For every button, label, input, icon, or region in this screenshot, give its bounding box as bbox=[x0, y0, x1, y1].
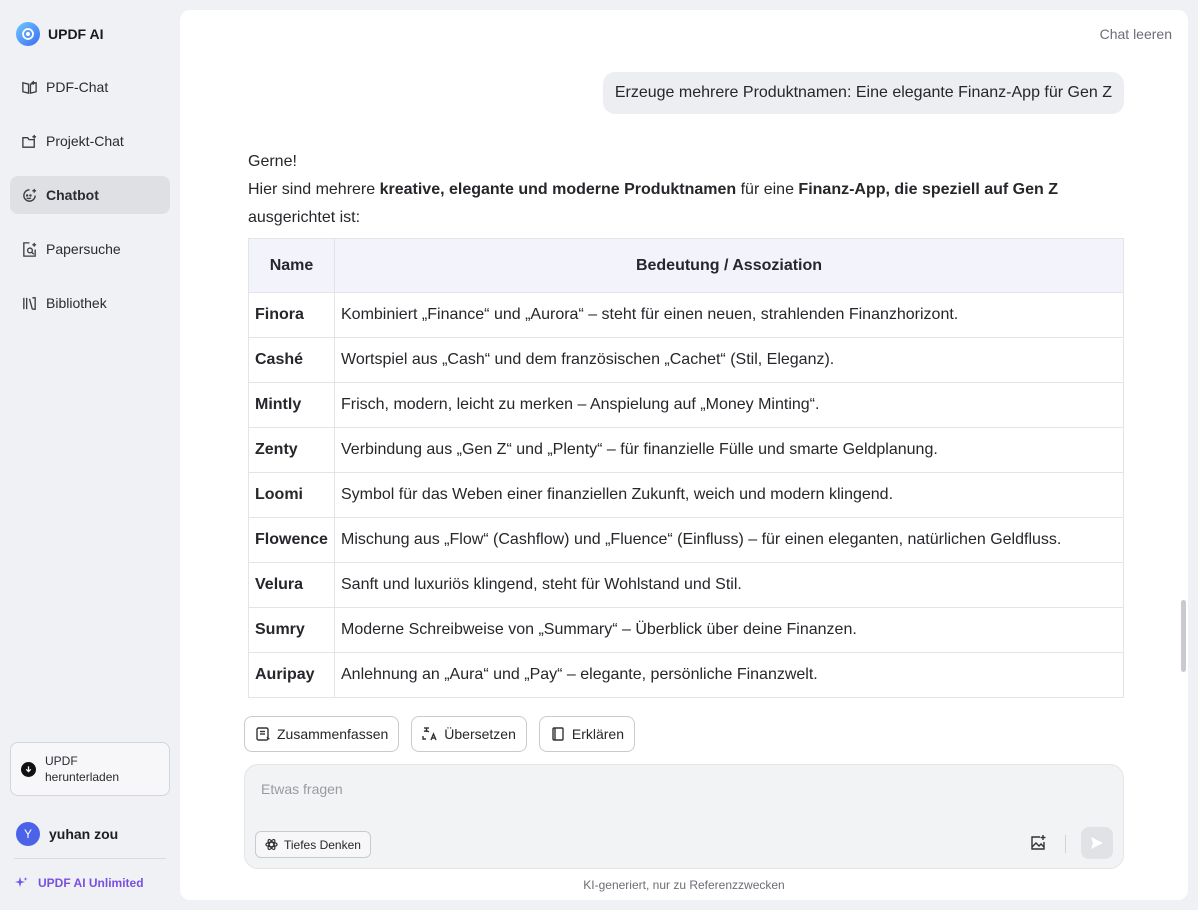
table-cell-name: Finora bbox=[248, 292, 335, 338]
user-profile[interactable]: Y yuhan zou bbox=[16, 822, 118, 846]
library-icon bbox=[20, 294, 38, 312]
sidebar-item-pdf-chat[interactable]: PDF-Chat bbox=[10, 68, 170, 106]
sidebar-item-label: Papersuche bbox=[46, 241, 121, 257]
input-separator bbox=[1065, 835, 1066, 853]
sidebar-nav: PDF-Chat Projekt-Chat Chatbot Papersuche… bbox=[10, 68, 170, 338]
translate-button[interactable]: Übersetzen bbox=[411, 716, 527, 752]
user-message-bubble: Erzeuge mehrere Produktnamen: Eine elega… bbox=[602, 72, 1124, 114]
table-cell-name: Auripay bbox=[248, 652, 335, 698]
chatbot-icon bbox=[20, 186, 38, 204]
download-label: UPDF herunterladen bbox=[45, 754, 120, 784]
explain-label: Erklären bbox=[571, 726, 625, 742]
sidebar-item-projekt-chat[interactable]: Projekt-Chat bbox=[10, 122, 170, 160]
summarize-icon bbox=[256, 727, 270, 741]
table-cell-name: Cashé bbox=[248, 337, 335, 383]
table-header-row: Name Bedeutung / Assoziation bbox=[248, 238, 1124, 293]
sidebar-item-papersuche[interactable]: Papersuche bbox=[10, 230, 170, 268]
quick-actions: Zusammenfassen Übersetzen Erklären bbox=[244, 716, 636, 752]
sidebar-item-label: PDF-Chat bbox=[46, 79, 109, 95]
table-cell-meaning: Mischung aus „Flow“ (Cashflow) und „Flue… bbox=[334, 517, 1124, 563]
table-row: Velura Sanft und luxuriös klingend, steht… bbox=[248, 562, 1124, 608]
user-name: yuhan zou bbox=[49, 826, 119, 842]
table-row: Auripay Anlehnung an „Aura“ und „Pay“ – e… bbox=[248, 652, 1124, 698]
table-row: Mintly Frisch, modern, leicht zu merken –… bbox=[248, 382, 1124, 428]
image-upload-icon bbox=[1031, 835, 1046, 850]
table-cell-name: Sumry bbox=[248, 607, 335, 653]
table-cell-name: Velura bbox=[248, 562, 335, 608]
send-icon bbox=[1091, 837, 1103, 849]
table-cell-name: Flowence bbox=[248, 517, 335, 563]
table-row: Flowence Mischung aus „Flow“ (Cashflow) u… bbox=[248, 517, 1124, 563]
table-header-name: Name bbox=[248, 238, 335, 293]
table-cell-meaning: Anlehnung an „Aura“ und „Pay“ – elegante… bbox=[334, 652, 1124, 698]
brand[interactable]: UPDF AI bbox=[16, 22, 103, 46]
summarize-label: Zusammenfassen bbox=[277, 726, 389, 742]
sidebar: UPDF AI PDF-Chat Projekt-Chat Chatbot Pa… bbox=[0, 0, 180, 910]
sidebar-item-label: Bibliothek bbox=[46, 295, 107, 311]
sidebar-item-chatbot[interactable]: Chatbot bbox=[10, 176, 170, 214]
answer-intro-bold: kreative, elegante und moderne Produktna… bbox=[379, 181, 737, 198]
sidebar-item-label: Chatbot bbox=[46, 187, 99, 203]
chat-panel: Chat leeren Erzeuge mehrere Produktnamen… bbox=[180, 10, 1188, 900]
download-icon bbox=[21, 761, 36, 777]
answer-intro: Hier sind mehrere kreative, elegante und… bbox=[248, 176, 1124, 204]
sidebar-divider bbox=[14, 858, 166, 859]
download-updf-button[interactable]: UPDF herunterladen bbox=[10, 742, 170, 796]
table-cell-name: Zenty bbox=[248, 427, 335, 473]
table-cell-meaning: Verbindung aus „Gen Z“ und „Plenty“ – fü… bbox=[334, 427, 1124, 473]
folder-plus-icon bbox=[20, 132, 38, 150]
product-names-table-container[interactable]: Name Bedeutung / Assoziation Finora Kombi… bbox=[248, 238, 1124, 698]
avatar: Y bbox=[16, 822, 40, 846]
sidebar-item-bibliothek[interactable]: Bibliothek bbox=[10, 284, 170, 322]
updf-logo-icon bbox=[16, 22, 40, 46]
chat-input[interactable] bbox=[261, 781, 1081, 805]
sidebar-item-label: Projekt-Chat bbox=[46, 133, 124, 149]
translate-label: Übersetzen bbox=[444, 726, 516, 742]
book-open-icon bbox=[20, 78, 38, 96]
ai-disclaimer: KI-generiert, nur zu Referenzzwecken bbox=[583, 878, 785, 892]
table-row: Finora Kombiniert „Finance“ und „Aurora“ … bbox=[248, 292, 1124, 338]
table-cell-name: Mintly bbox=[248, 382, 335, 428]
answer-intro-bold: Finanz-App, die speziell auf Gen Z bbox=[798, 181, 1058, 198]
table-cell-meaning: Frisch, modern, leicht zu merken – Anspi… bbox=[334, 382, 1124, 428]
deep-thinking-label: Tiefes Denken bbox=[284, 837, 361, 852]
paper-search-icon bbox=[20, 240, 38, 258]
summarize-button[interactable]: Zusammenfassen bbox=[244, 716, 400, 752]
send-button[interactable] bbox=[1081, 827, 1113, 859]
sparkle-icon bbox=[15, 877, 28, 887]
clear-chat-button[interactable]: Chat leeren bbox=[1100, 26, 1172, 42]
answer-intro-text: Hier sind mehrere bbox=[248, 181, 380, 198]
answer-intro-end: ausgerichtet ist: bbox=[248, 209, 361, 226]
explain-button[interactable]: Erklären bbox=[538, 716, 636, 752]
table-header-meaning: Bedeutung / Assoziation bbox=[334, 238, 1124, 293]
table-row: Sumry Moderne Schreibweise von „Summary“ … bbox=[248, 607, 1124, 653]
table-row: Cashé Wortspiel aus „Cash“ und dem franzö… bbox=[248, 337, 1124, 383]
table-cell-meaning: Moderne Schreibweise von „Summary“ – Übe… bbox=[334, 607, 1124, 653]
assistant-answer: Gerne! Hier sind mehrere kreative, elega… bbox=[248, 148, 1124, 232]
table-cell-meaning: Sanft und luxuriös klingend, steht für W… bbox=[334, 562, 1124, 608]
book-icon bbox=[552, 727, 564, 741]
chat-input-box: Tiefes Denken bbox=[244, 764, 1124, 869]
brand-name: UPDF AI bbox=[48, 26, 104, 42]
table-row: Loomi Symbol für das Weben einer finanzie… bbox=[248, 472, 1124, 518]
table-cell-name: Loomi bbox=[248, 472, 335, 518]
answer-intro-text: für eine bbox=[736, 181, 799, 198]
chat-scrollbar[interactable] bbox=[1181, 600, 1186, 672]
deep-thinking-toggle[interactable]: Tiefes Denken bbox=[255, 831, 371, 858]
table-cell-meaning: Wortspiel aus „Cash“ und dem französisch… bbox=[334, 337, 1124, 383]
translate-icon bbox=[422, 727, 437, 741]
atom-icon bbox=[265, 838, 278, 851]
table-cell-meaning: Symbol für das Weben einer finanziellen … bbox=[334, 472, 1124, 518]
answer-greeting: Gerne! bbox=[248, 153, 297, 170]
table-row: Zenty Verbindung aus „Gen Z“ und „Plenty“… bbox=[248, 427, 1124, 473]
upload-image-button[interactable] bbox=[1027, 832, 1049, 854]
product-names-table: Name Bedeutung / Assoziation Finora Kombi… bbox=[248, 238, 1124, 698]
upgrade-unlimited-link[interactable]: UPDF AI Unlimited bbox=[14, 876, 144, 890]
unlimited-label: UPDF AI Unlimited bbox=[38, 876, 144, 890]
table-cell-meaning: Kombiniert „Finance“ und „Aurora“ – steh… bbox=[334, 292, 1124, 338]
